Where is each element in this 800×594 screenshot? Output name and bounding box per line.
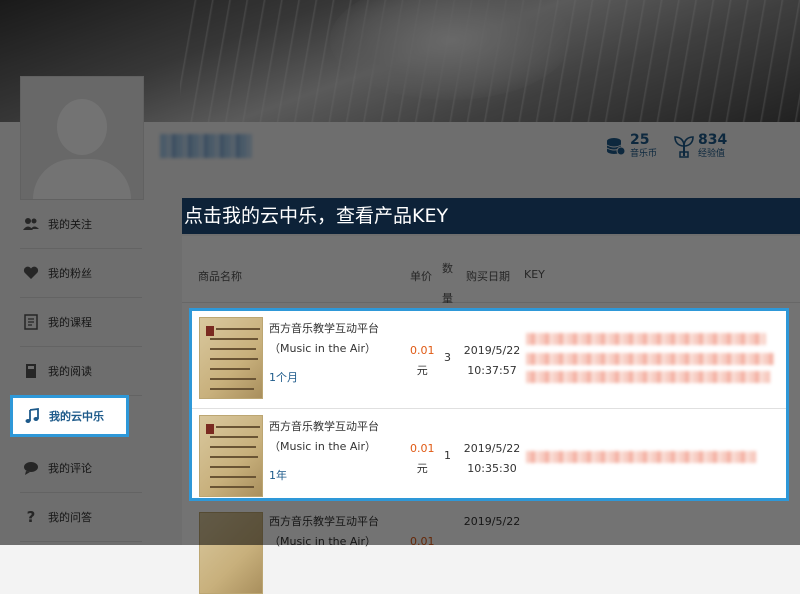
- document-icon: [22, 313, 40, 331]
- sidebar-item-label: 我的阅读: [48, 365, 92, 378]
- product-price: 0.01: [410, 442, 435, 455]
- product-name[interactable]: 西方音乐教学互动平台: [269, 417, 379, 437]
- product-quantity: 3: [444, 351, 451, 364]
- sidebar-item-label: 我的评论: [48, 462, 92, 475]
- header-key: KEY: [524, 268, 545, 281]
- header-name: 商品名称: [198, 270, 242, 283]
- heart-icon: [22, 264, 40, 282]
- product-name[interactable]: 西方音乐教学互动平台: [269, 319, 379, 339]
- music-note-icon: [23, 407, 41, 425]
- price-currency: 元: [416, 462, 428, 475]
- product-duration: 1个月: [269, 371, 298, 384]
- experience-value: 834: [698, 132, 728, 148]
- product-thumbnail: [199, 512, 263, 594]
- product-key-blurred: [526, 353, 774, 365]
- product-key-blurred: [526, 333, 766, 345]
- sidebar-item-reading[interactable]: 我的阅读: [20, 347, 142, 396]
- avatar[interactable]: [20, 76, 144, 200]
- header-qty: 数量: [442, 262, 453, 305]
- product-duration: 1年: [269, 469, 287, 482]
- sidebar-item-cloud-music[interactable]: 我的云中乐: [10, 395, 129, 437]
- music-coins-value: 25: [630, 132, 650, 148]
- product-price: 0.01: [410, 344, 435, 357]
- comment-icon: [22, 459, 40, 477]
- product-thumbnail: [199, 317, 263, 399]
- stat-experience: 834 经验值: [674, 130, 727, 162]
- table-row: 西方音乐教学互动平台 （Music in the Air） 0.01 2019/…: [189, 508, 789, 594]
- coins-icon: [606, 138, 626, 156]
- product-subtitle: （Music in the Air）: [269, 440, 376, 453]
- sidebar-item-label: 我的关注: [48, 218, 92, 231]
- sidebar-item-label: 我的粉丝: [48, 267, 92, 280]
- sidebar-item-follows[interactable]: 我的关注: [20, 200, 142, 249]
- table-row: 西方音乐教学互动平台 （Music in the Air） 1年 0.01 元 …: [192, 408, 786, 504]
- product-key-blurred: [526, 451, 756, 463]
- purchase-date: 2019/5/22: [463, 515, 521, 528]
- annotation-banner: 点击我的云中乐，查看产品KEY: [182, 198, 800, 234]
- username-blurred: [160, 134, 252, 158]
- music-coins-label: 音乐币: [630, 149, 658, 159]
- product-subtitle: （Music in the Air）: [269, 535, 376, 548]
- product-subtitle: （Music in the Air）: [269, 342, 376, 355]
- sidebar-item-fans[interactable]: 我的粉丝: [20, 249, 142, 298]
- stat-music-coins: 25 音乐币: [606, 130, 657, 162]
- sidebar-item-courses[interactable]: 我的课程: [20, 298, 142, 347]
- header-date: 购买日期: [466, 270, 510, 283]
- purchase-table-highlight: 西方音乐教学互动平台 （Music in the Air） 1个月 0.01 元…: [189, 308, 789, 501]
- experience-label: 经验值: [698, 149, 726, 159]
- question-icon: ?: [26, 508, 36, 526]
- sidebar-item-label: 我的课程: [48, 316, 92, 329]
- product-quantity: 1: [444, 449, 451, 462]
- purchase-time: 10:35:30: [467, 462, 517, 475]
- sprout-icon: [674, 136, 694, 158]
- sidebar-item-qa[interactable]: ? 我的问答: [20, 493, 142, 542]
- sidebar-item-comments[interactable]: 我的评论: [20, 444, 142, 493]
- product-name[interactable]: 西方音乐教学互动平台: [269, 512, 379, 532]
- product-key-blurred: [526, 371, 770, 383]
- product-thumbnail: [199, 415, 263, 497]
- users-icon: [22, 215, 40, 233]
- header-price: 单价: [410, 270, 432, 283]
- sidebar-nav-lower: 我的评论 ? 我的问答: [20, 444, 142, 542]
- table-row: 西方音乐教学互动平台 （Music in the Air） 1个月 0.01 元…: [192, 311, 786, 406]
- sidebar-item-label: 我的云中乐: [49, 410, 104, 423]
- purchase-date: 2019/5/22: [463, 344, 521, 357]
- sidebar-item-label: 我的问答: [48, 511, 92, 524]
- purchase-date: 2019/5/22: [463, 442, 521, 455]
- sidebar-item-cloud-music-wrapper: 我的云中乐: [10, 395, 129, 437]
- purchase-time: 10:37:57: [467, 364, 517, 377]
- table-header: 商品名称 单价 数量 购买日期 KEY: [182, 236, 800, 305]
- book-icon: [22, 362, 40, 380]
- product-price: 0.01: [410, 535, 435, 548]
- price-currency: 元: [416, 364, 428, 377]
- sidebar-nav: 我的关注 我的粉丝 我的课程 我的阅读: [20, 200, 142, 396]
